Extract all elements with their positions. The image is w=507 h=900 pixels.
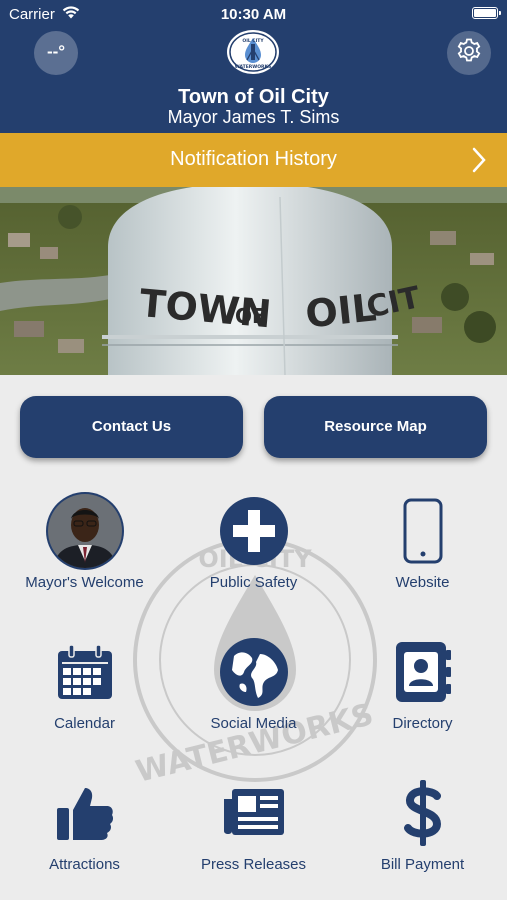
notification-history-bar[interactable]: Notification History xyxy=(0,133,507,187)
status-bar: Carrier 10:30 AM xyxy=(0,0,507,28)
tile-label: Calendar xyxy=(54,715,115,732)
resource-map-button[interactable]: Resource Map xyxy=(264,396,487,458)
logo-top-text: OIL CITY xyxy=(242,38,264,44)
tile-label: Press Releases xyxy=(200,856,307,873)
hero-water-tower-image: TOWN OF OIL CIT xyxy=(0,187,507,375)
social-media-tile[interactable]: Social Media xyxy=(169,629,338,769)
chevron-right-icon xyxy=(471,147,487,178)
globe-icon xyxy=(218,636,290,713)
mayor-photo xyxy=(45,491,125,576)
tile-label: Public Safety xyxy=(209,574,298,591)
battery-icon xyxy=(472,7,501,19)
thumbs-up-icon xyxy=(55,784,115,847)
mayors-welcome-tile[interactable]: Mayor's Welcome xyxy=(0,488,169,628)
notification-history-label: Notification History xyxy=(170,148,337,170)
clock: 10:30 AM xyxy=(220,6,287,23)
dollar-icon xyxy=(403,778,443,853)
tank-text-of: OF xyxy=(235,304,266,328)
logo-bottom-text: WATERWORKS xyxy=(235,64,272,70)
address-book-icon xyxy=(394,640,452,709)
app-title: Town of Oil City xyxy=(178,86,329,108)
calendar-icon xyxy=(56,643,114,706)
tile-label: Directory xyxy=(392,715,453,732)
bill-payment-tile[interactable]: Bill Payment xyxy=(338,770,507,900)
website-tile[interactable]: Website xyxy=(338,488,507,628)
tile-label: Mayor's Welcome xyxy=(25,574,144,591)
weather-button[interactable]: --° xyxy=(34,31,78,75)
cross-icon xyxy=(219,496,289,571)
gear-icon xyxy=(455,37,483,70)
phone-icon xyxy=(403,498,443,569)
press-releases-tile[interactable]: Press Releases xyxy=(169,770,338,900)
app-header: --° OIL CITY WATERWORKS Town of Oil City… xyxy=(0,28,507,133)
tile-label: Social Media xyxy=(210,715,297,732)
contact-us-button[interactable]: Contact Us xyxy=(20,396,243,458)
tile-label: Website xyxy=(395,574,450,591)
app-subtitle: Mayor James T. Sims xyxy=(167,107,340,127)
public-safety-tile[interactable]: Public Safety xyxy=(169,488,338,628)
waterworks-logo: OIL CITY WATERWORKS xyxy=(226,29,280,75)
directory-tile[interactable]: Directory xyxy=(338,629,507,769)
tile-label: Attractions xyxy=(49,856,120,873)
calendar-tile[interactable]: Calendar xyxy=(0,629,169,769)
settings-button[interactable] xyxy=(447,31,491,75)
tile-label: Bill Payment xyxy=(380,856,465,873)
attractions-tile[interactable]: Attractions xyxy=(0,770,169,900)
newspaper-icon xyxy=(222,787,286,844)
